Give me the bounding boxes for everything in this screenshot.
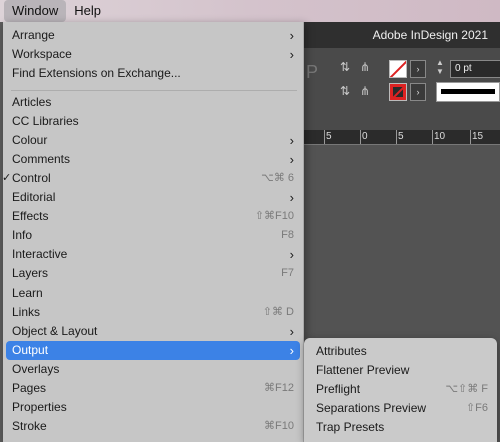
menu-separator [11,90,297,91]
menu-item-learn[interactable]: Learn [6,284,300,303]
menu-item-pages[interactable]: Pages ⌘F12 [6,379,300,398]
shortcut: ⇧⌘F10 [254,210,294,222]
submenu-item-attributes[interactable]: Attributes [310,342,496,361]
shortcut: F7 [281,267,294,279]
menubar-window[interactable]: Window [4,0,67,22]
menu-item-stroke[interactable]: Stroke ⌘F10 [6,417,300,436]
menu-item-object-layout[interactable]: Object & Layout › [6,322,300,341]
app-titlebar: Adobe InDesign 2021 [300,22,500,48]
menu-item-comments[interactable]: Comments › [6,150,300,169]
horizontal-ruler: 5 0 5 10 15 [300,130,500,145]
fill-dropdown-icon[interactable]: › [410,60,426,78]
menubar-help[interactable]: Help [66,0,109,22]
menu-item-properties[interactable]: Properties [6,398,300,417]
ruler-label: 0 [362,131,368,142]
chevron-right-icon: › [289,247,294,262]
shortcut: ⌘F12 [264,382,294,394]
submenu-item-preflight[interactable]: Preflight ⌥⇧⌘ F [310,380,496,399]
ruler-tick [432,130,433,144]
chevron-right-icon: › [289,324,294,339]
ruler-tick [396,130,397,144]
menu-item-arrange[interactable]: Arrange › [6,26,300,45]
align-icon-2[interactable]: ⇅ [340,84,350,98]
checkmark-icon: ✓ [2,172,12,184]
ruler-label: 5 [326,131,332,142]
chevron-right-icon: › [289,343,294,358]
stroke-weight-stepper-icon[interactable]: ▲ ▼ [436,58,444,76]
menu-item-control[interactable]: ✓ Control ⌥⌘ 6 [2,169,300,188]
menu-item-effects[interactable]: Effects ⇧⌘F10 [6,207,300,226]
distribute-icon[interactable]: ⋔ [360,60,370,74]
chevron-right-icon: › [289,152,294,167]
shortcut: ⌥⇧⌘ F [445,383,488,395]
shortcut: ⇧⌘ D [262,306,294,318]
window-menu: Arrange › Workspace › Find Extensions on… [2,22,304,442]
menu-item-editorial[interactable]: Editorial › [6,188,300,207]
chevron-right-icon: › [289,190,294,205]
stroke-weight-input[interactable]: 0 pt [450,60,500,78]
menu-item-info[interactable]: Info F8 [6,226,300,245]
ruler-tick [470,130,471,144]
stroke-swatch-icon[interactable] [389,83,407,101]
menu-bar: Window Help [0,0,500,22]
align-icon[interactable]: ⇅ [340,60,350,74]
ruler-label: 10 [434,131,446,142]
shortcut: ⌥⌘ 6 [261,172,294,184]
submenu-item-trap-presets[interactable]: Trap Presets [310,418,496,437]
chevron-right-icon: › [289,47,294,62]
submenu-item-separations-preview[interactable]: Separations Preview ⇧F6 [310,399,496,418]
stroke-type-preview[interactable] [436,82,500,102]
shortcut: ⇧F6 [465,402,488,414]
shortcut: ⌘F10 [264,420,294,432]
shortcut: F8 [281,229,294,241]
submenu-item-flattener-preview[interactable]: Flattener Preview [310,361,496,380]
distribute-icon-2[interactable]: ⋔ [360,84,370,98]
chevron-right-icon: › [289,133,294,148]
menu-item-links[interactable]: Links ⇧⌘ D [6,303,300,322]
ruler-label: 15 [472,131,484,142]
menu-item-find-extensions[interactable]: Find Extensions on Exchange... [6,64,300,83]
ruler-label: 5 [398,131,404,142]
chevron-right-icon: › [289,28,294,43]
menu-item-overlays[interactable]: Overlays [6,360,300,379]
menu-item-layers[interactable]: Layers F7 [6,264,300,283]
menu-item-interactive[interactable]: Interactive › [6,245,300,264]
stroke-dropdown-icon[interactable]: › [410,83,426,101]
paragraph-icon: P [306,62,319,82]
menu-item-cc-libraries[interactable]: CC Libraries [6,112,300,131]
app-title: Adobe InDesign 2021 [372,28,488,42]
menu-item-colour[interactable]: Colour › [6,131,300,150]
ruler-tick [360,130,361,144]
menu-item-articles[interactable]: Articles [6,93,300,112]
menu-item-output[interactable]: Output › [6,341,300,360]
fill-swatch-icon[interactable] [389,60,407,78]
output-submenu: Attributes Flattener Preview Preflight ⌥… [304,338,497,442]
menu-item-workspace[interactable]: Workspace › [6,45,300,64]
ruler-tick [324,130,325,144]
